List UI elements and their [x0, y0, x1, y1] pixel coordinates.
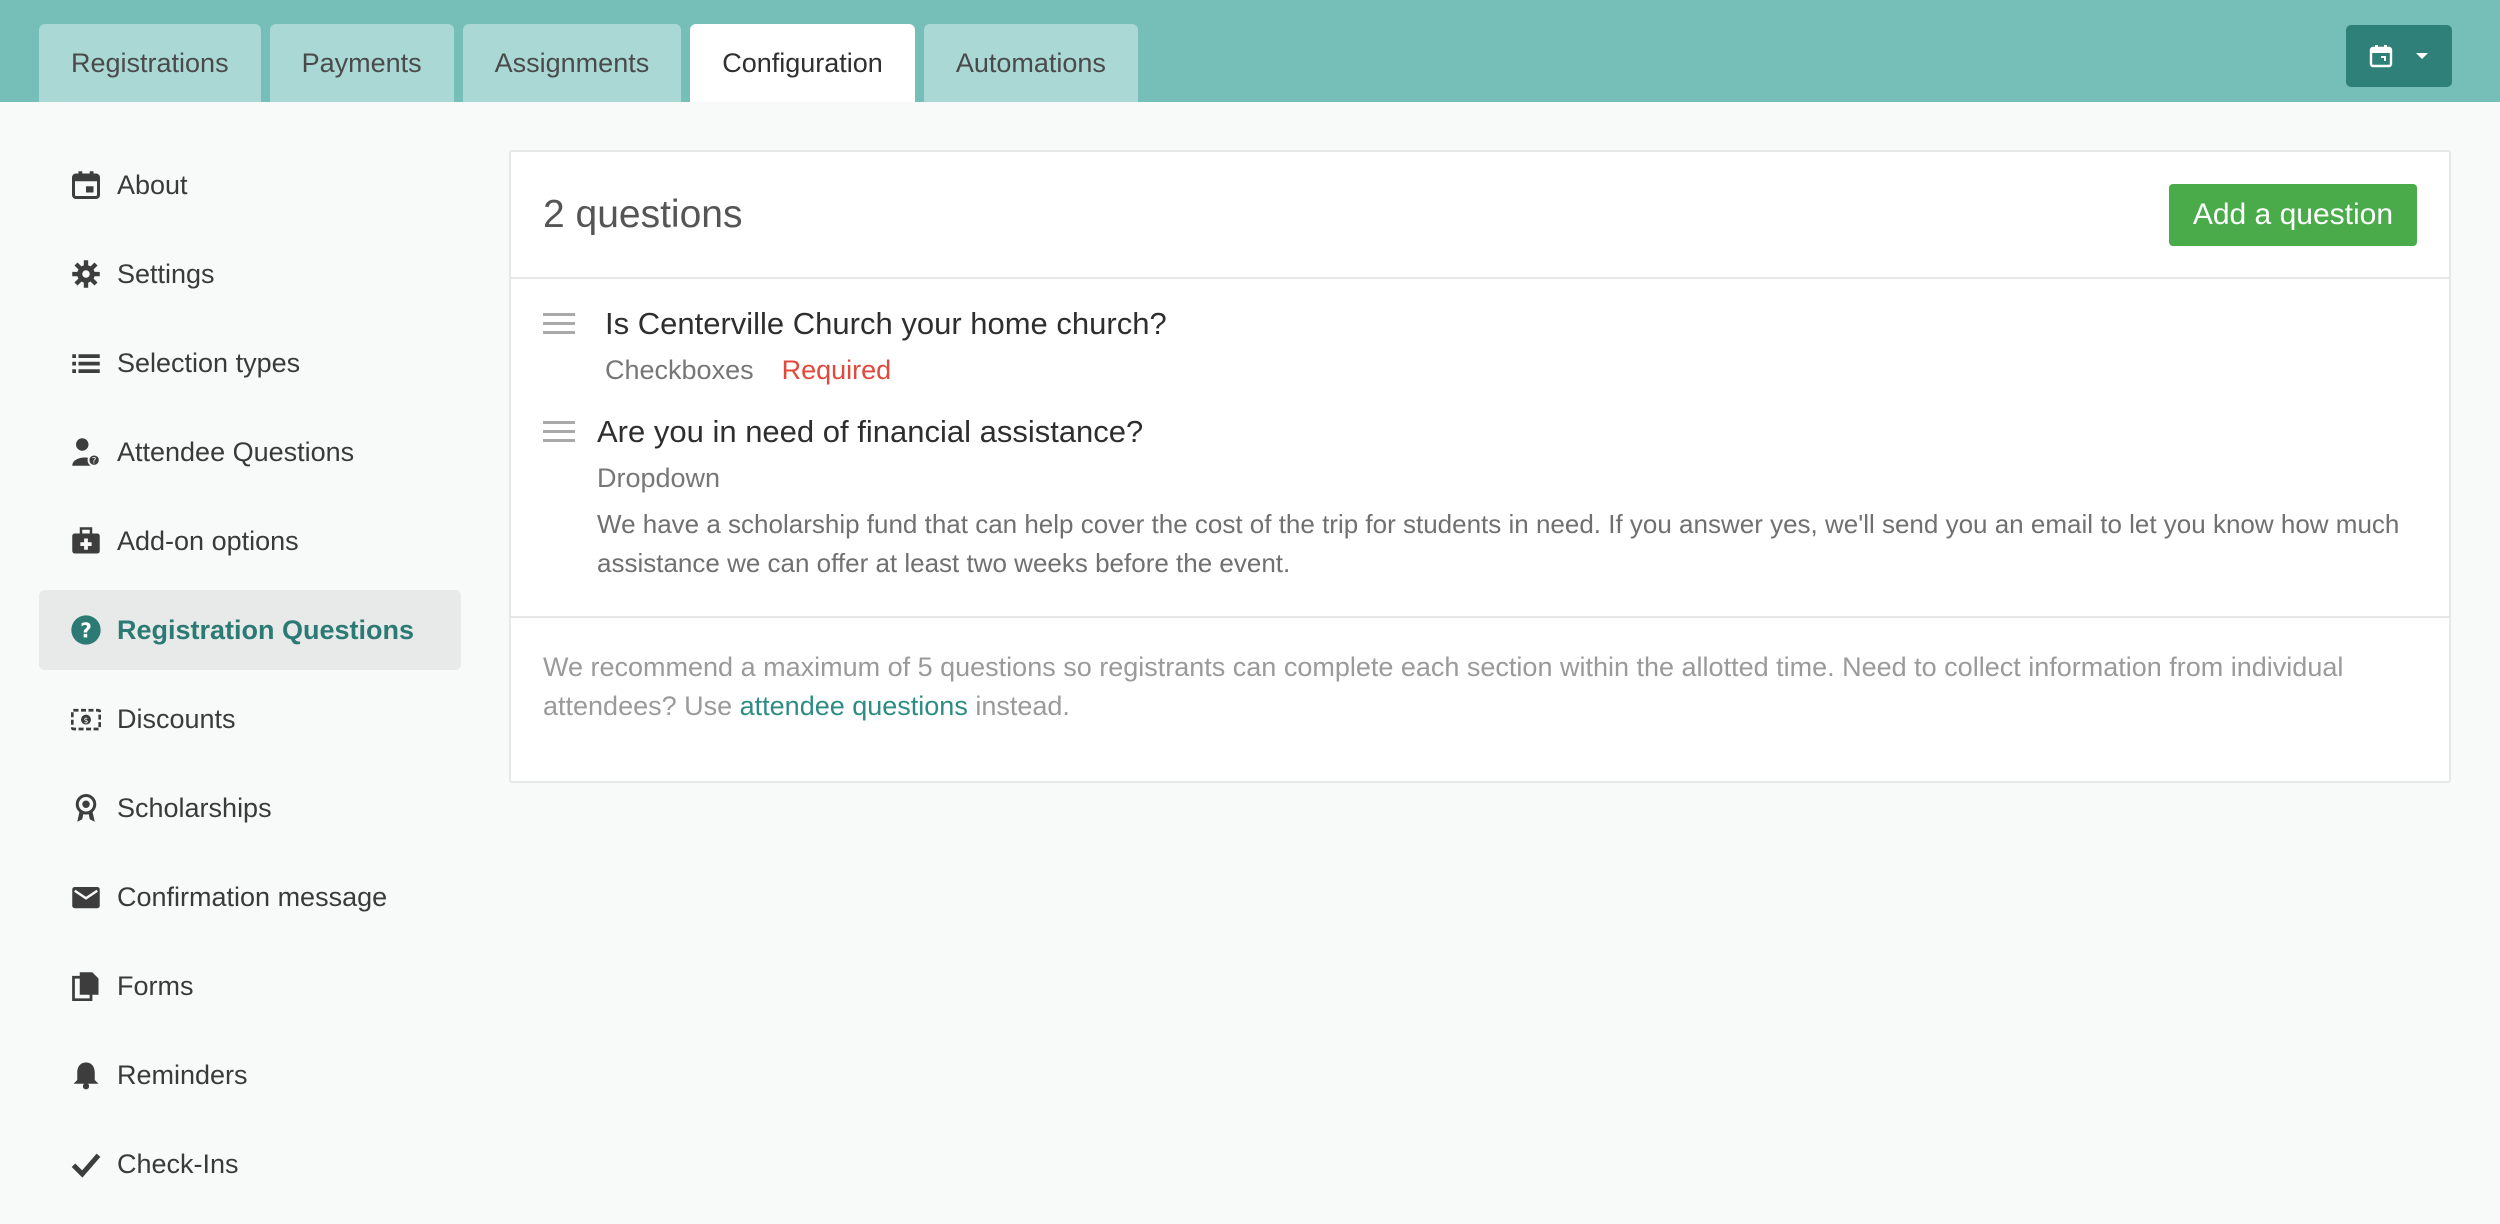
documents-icon	[69, 969, 103, 1003]
tab-automations[interactable]: Automations	[923, 24, 1138, 102]
sidebar-item-label: Scholarships	[117, 792, 272, 823]
recommendation-note: We recommend a maximum of 5 questions so…	[511, 618, 2449, 756]
svg-text:?: ?	[80, 618, 92, 642]
calendar-icon	[69, 168, 103, 202]
required-badge: Required	[781, 355, 892, 385]
sidebar-item-reminders[interactable]: Reminders	[39, 1035, 461, 1115]
top-navigation-bar: Registrations Payments Assignments Confi…	[0, 0, 2500, 102]
question-title[interactable]: Is Centerville Church your home church?	[605, 303, 1167, 345]
sidebar-item-attendee-questions[interactable]: ? Attendee Questions	[39, 412, 461, 492]
attendee-questions-link[interactable]: attendee questions	[740, 691, 968, 721]
sidebar-item-selection-types[interactable]: Selection types	[39, 323, 461, 403]
calendar-menu-button[interactable]	[2346, 25, 2452, 87]
sidebar-item-label: About	[117, 169, 188, 200]
page-title: 2 questions	[543, 192, 743, 236]
tab-configuration[interactable]: Configuration	[690, 24, 915, 102]
question-type: Checkboxes	[605, 355, 754, 385]
question-item[interactable]: Is Centerville Church your home church? …	[543, 303, 2417, 389]
sidebar-item-label: Add-on options	[117, 525, 299, 556]
sidebar-item-confirmation-message[interactable]: Confirmation message	[39, 857, 461, 937]
sidebar-item-label: Reminders	[117, 1059, 248, 1090]
configuration-sidebar: About Settings Selection types ? Attende…	[39, 145, 461, 1213]
bell-icon	[69, 1058, 103, 1092]
tab-registrations[interactable]: Registrations	[39, 24, 261, 102]
question-item[interactable]: Are you in need of financial assistance?…	[543, 411, 2417, 583]
question-type: Dropdown	[597, 463, 721, 493]
drag-handle-icon[interactable]	[543, 411, 597, 583]
question-circle-icon: ?	[69, 613, 103, 647]
question-list: Is Centerville Church your home church? …	[511, 279, 2449, 618]
sidebar-item-label: Confirmation message	[117, 881, 388, 912]
sidebar-item-forms[interactable]: Forms	[39, 946, 461, 1026]
question-meta: Checkboxes Required	[605, 351, 1167, 389]
question-title[interactable]: Are you in need of financial assistance?	[597, 411, 2417, 453]
gear-icon	[69, 257, 103, 291]
sidebar-item-add-on-options[interactable]: Add-on options	[39, 501, 461, 581]
registration-questions-panel: 2 questions Add a question Is Centervill…	[509, 150, 2451, 783]
svg-text:$: $	[84, 716, 89, 725]
sidebar-item-label: Check-Ins	[117, 1148, 239, 1179]
award-icon	[69, 791, 103, 825]
sidebar-item-settings[interactable]: Settings	[39, 234, 461, 314]
sidebar-item-label: Forms	[117, 970, 194, 1001]
sidebar-item-about[interactable]: About	[39, 145, 461, 225]
sidebar-item-scholarships[interactable]: Scholarships	[39, 768, 461, 848]
sidebar-item-registration-questions[interactable]: ? Registration Questions	[39, 590, 461, 670]
drag-handle-icon[interactable]	[543, 303, 605, 389]
medkit-icon	[69, 524, 103, 558]
person-question-icon: ?	[69, 435, 103, 469]
tab-payments[interactable]: Payments	[269, 24, 454, 102]
envelope-icon	[69, 880, 103, 914]
sidebar-item-label: Registration Questions	[117, 614, 415, 645]
panel-header: 2 questions Add a question	[511, 152, 2449, 279]
sidebar-item-label: Attendee Questions	[117, 436, 355, 467]
discount-icon: $	[69, 702, 103, 736]
list-icon	[69, 346, 103, 380]
note-text-after: instead.	[967, 691, 1070, 721]
sidebar-item-label: Discounts	[117, 703, 236, 734]
question-meta: Dropdown	[597, 459, 2417, 497]
calendar-icon	[2369, 44, 2393, 68]
caret-down-icon	[2415, 51, 2429, 61]
svg-text:?: ?	[92, 456, 97, 466]
tab-assignments[interactable]: Assignments	[462, 24, 682, 102]
question-description: We have a scholarship fund that can help…	[597, 509, 2400, 578]
sidebar-item-label: Selection types	[117, 347, 301, 378]
tab-bar: Registrations Payments Assignments Confi…	[39, 24, 1138, 102]
sidebar-item-label: Settings	[117, 258, 215, 289]
sidebar-item-discounts[interactable]: $ Discounts	[39, 679, 461, 759]
check-icon	[69, 1147, 103, 1181]
add-question-button[interactable]: Add a question	[2168, 183, 2417, 246]
sidebar-item-check-ins[interactable]: Check-Ins	[39, 1124, 461, 1204]
